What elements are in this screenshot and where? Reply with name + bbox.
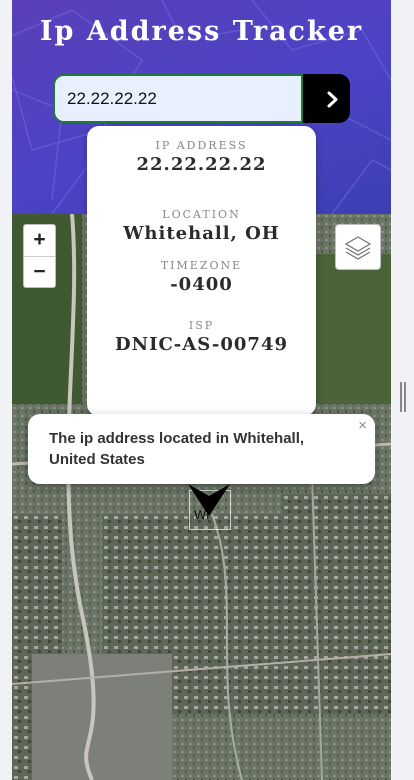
zoom-control: + − [23,224,56,288]
page-title: Ip Address Tracker [39,16,364,47]
ip-search-form [53,74,350,123]
location-label: LOCATION [162,208,241,221]
ip-address-label: IP ADDRESS [155,139,248,152]
popup-text: The ip address located in Whitehall, Uni… [49,430,305,468]
close-icon[interactable]: × [358,417,367,434]
layers-icon [344,236,372,260]
layers-button[interactable] [335,224,381,270]
location-value: Whitehall, OH [123,223,280,244]
timezone-value: -0400 [170,274,233,295]
timezone-label: TIMEZONE [160,259,243,272]
isp-value: DNIC-AS-00749 [115,334,288,355]
map-marker-icon[interactable] [188,482,230,522]
resize-handle[interactable] [400,382,408,412]
search-submit-button[interactable] [303,74,350,123]
zoom-out-button[interactable]: − [24,257,55,288]
ip-search-input[interactable] [53,74,303,123]
chevron-right-icon [327,91,338,108]
ip-address-value: 22.22.22.22 [136,154,267,175]
isp-label: ISP [188,319,215,332]
ip-info-card: IP ADDRESS 22.22.22.22 LOCATION Whitehal… [87,126,316,416]
location-popup: The ip address located in Whitehall, Uni… [28,414,375,484]
zoom-in-button[interactable]: + [24,225,55,257]
